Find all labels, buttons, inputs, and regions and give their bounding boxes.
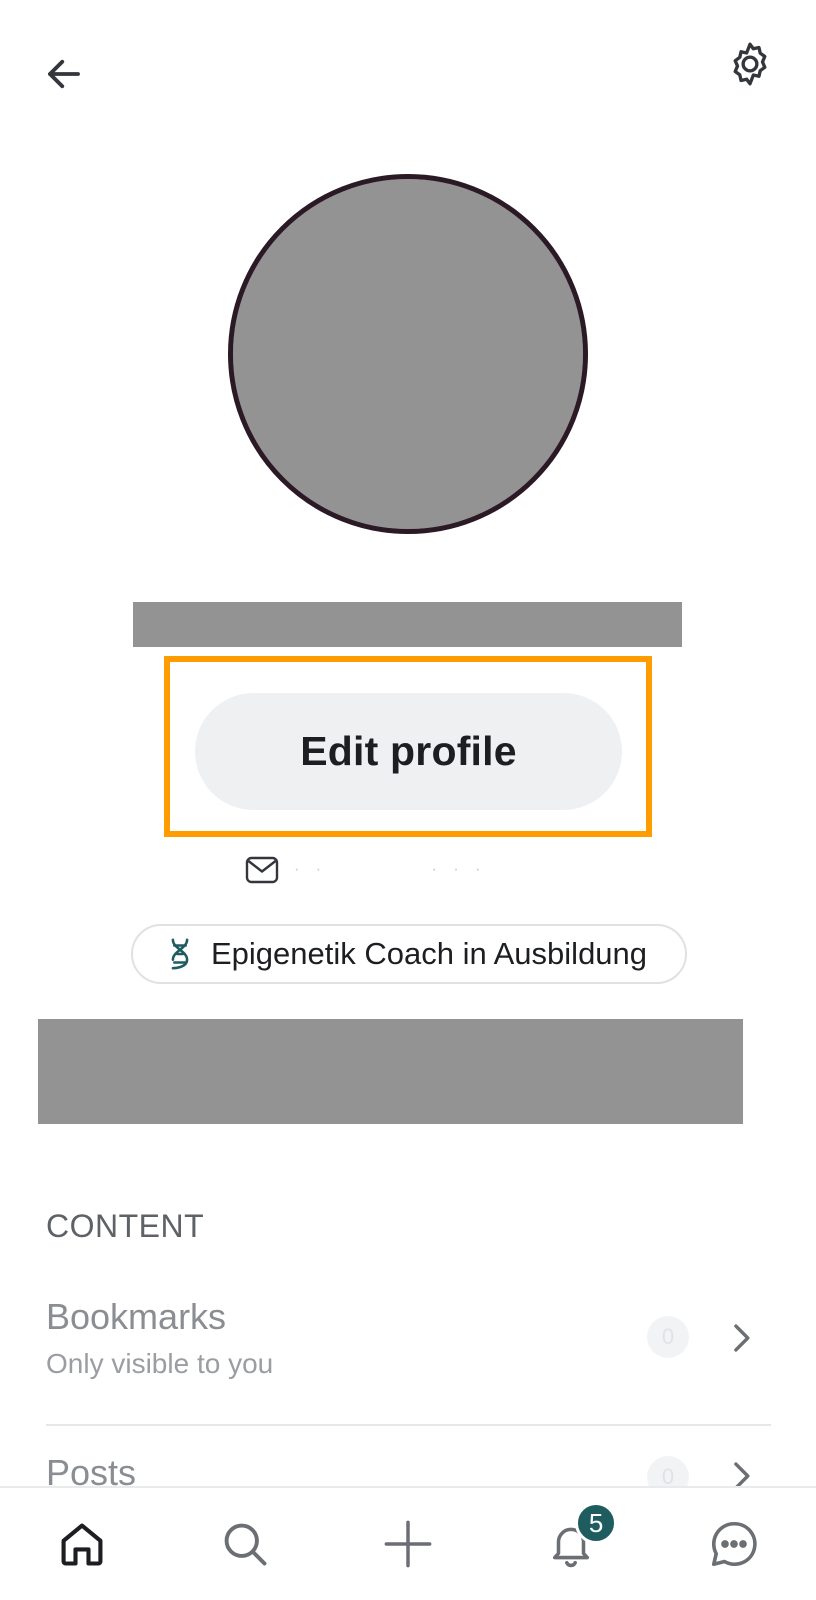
envelope-icon [245, 856, 279, 884]
notification-count-badge: 5 [575, 1502, 618, 1544]
nav-create[interactable] [368, 1504, 448, 1584]
bottom-nav: 5 [0, 1486, 816, 1600]
dna-icon [171, 938, 189, 970]
arrow-left-icon [48, 59, 80, 89]
nav-messages[interactable] [694, 1504, 774, 1584]
content-section-title: CONTENT [46, 1208, 205, 1244]
profile-name-redacted [133, 602, 682, 647]
role-badge[interactable]: Epigenetik Coach in Ausbildung [131, 924, 687, 984]
bookmarks-count: 0 [647, 1316, 689, 1358]
avatar[interactable] [228, 174, 588, 534]
plus-icon [384, 1520, 432, 1568]
avatar-image [233, 179, 583, 529]
email-text-redacted: · · · · · [294, 861, 487, 878]
top-bar [0, 0, 816, 150]
email-row: · · · · · [244, 850, 486, 890]
search-icon [224, 1523, 267, 1566]
bookmarks-row[interactable]: Bookmarks Only visible to you 0 [46, 1296, 771, 1426]
edit-profile-button[interactable]: Edit profile [195, 693, 622, 810]
role-badge-label: Epigenetik Coach in Ausbildung [211, 936, 648, 971]
nav-notifications[interactable]: 5 [531, 1502, 618, 1584]
nav-home[interactable] [42, 1504, 122, 1584]
chat-icon [712, 1521, 757, 1567]
bio-redacted [38, 1019, 743, 1124]
gear-icon [733, 42, 767, 86]
chevron-right-icon [727, 1318, 755, 1358]
settings-button[interactable] [722, 36, 778, 92]
nav-search[interactable] [205, 1504, 285, 1584]
back-button[interactable] [36, 46, 92, 102]
home-icon [61, 1523, 103, 1566]
